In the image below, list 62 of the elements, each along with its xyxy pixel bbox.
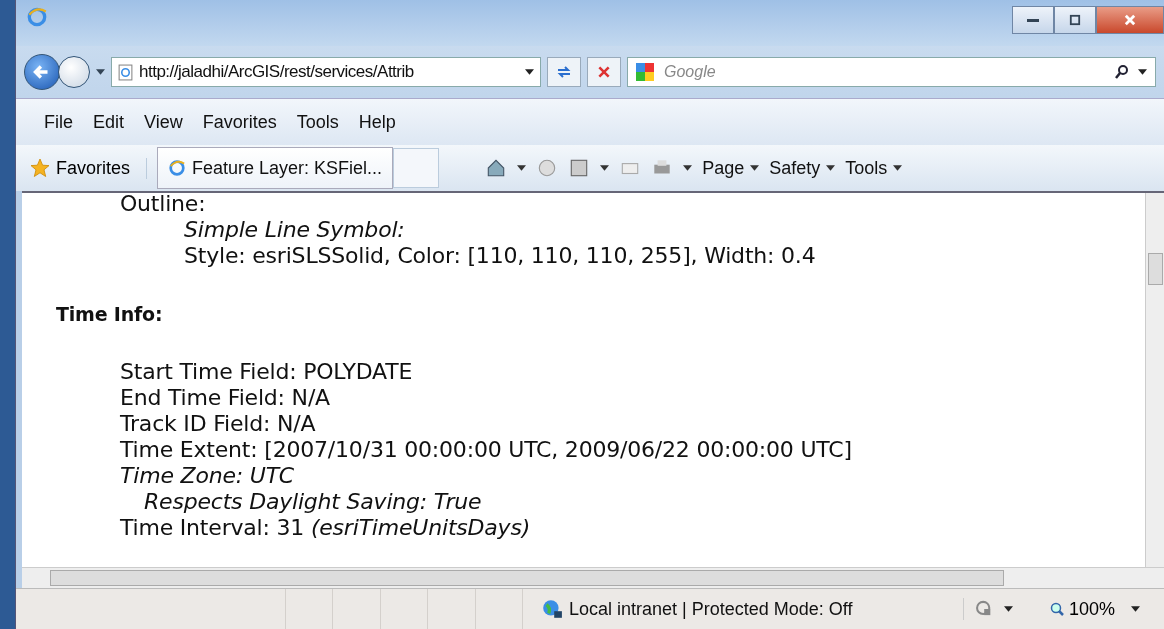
caret-icon[interactable] bbox=[600, 164, 610, 172]
url-text: http://jaladhi/ArcGIS/rest/services/Attrib bbox=[139, 62, 415, 82]
menu-item[interactable]: Tools bbox=[290, 109, 345, 135]
caret-icon[interactable] bbox=[683, 164, 693, 172]
security-zone-text: Local intranet | Protected Mode: Off bbox=[569, 598, 853, 620]
forward-button[interactable] bbox=[58, 56, 90, 88]
property-text: Time Extent: [2007/10/31 00:00:00 UTC, 2009/06/22 00:00:00 UTC] bbox=[120, 437, 853, 463]
property-label: Respects Daylight Saving: True bbox=[144, 489, 483, 515]
property-text: Time Interval: 31 (esriTimeUnitsDays) bbox=[120, 515, 532, 541]
command-menu[interactable]: Safety bbox=[769, 157, 836, 179]
minimize-button[interactable] bbox=[1012, 6, 1054, 34]
menu-item[interactable]: Favorites bbox=[196, 109, 283, 135]
property-text: Start Time Field: POLYDATE bbox=[120, 359, 414, 385]
menu-item[interactable]: Help bbox=[352, 109, 402, 135]
caret-icon[interactable] bbox=[517, 164, 527, 172]
vertical-scrollbar[interactable] bbox=[1145, 193, 1164, 567]
caret-icon[interactable] bbox=[1003, 605, 1013, 613]
browser-logo-icon bbox=[168, 159, 187, 177]
refresh-icon bbox=[555, 64, 573, 80]
property-text: Track ID Field: N/A bbox=[120, 411, 317, 437]
property-text: Outline: bbox=[120, 193, 207, 217]
horizontal-scrollbar[interactable] bbox=[22, 567, 1164, 588]
address-field[interactable]: http://jaladhi/ArcGIS/rest/services/Attrib bbox=[111, 57, 541, 87]
menu-item[interactable]: File bbox=[38, 109, 79, 135]
stop-button[interactable] bbox=[587, 57, 621, 87]
caret-icon[interactable] bbox=[893, 164, 903, 172]
caret-icon[interactable] bbox=[1131, 605, 1140, 613]
section-heading: Time Info: bbox=[56, 302, 164, 327]
search-box[interactable]: Google bbox=[627, 57, 1156, 87]
star-icon bbox=[30, 158, 50, 178]
property-label: Simple Line Symbol: bbox=[184, 217, 406, 243]
property-text: Style: esriSLSSolid, Color: [110, 110, 110, 255], Width: 0.4 bbox=[184, 243, 817, 269]
property-text: End Time Field: N/A bbox=[120, 385, 331, 411]
maximize-button[interactable] bbox=[1054, 6, 1096, 34]
favorites-button[interactable]: Favorites bbox=[30, 157, 148, 179]
refresh-button[interactable] bbox=[547, 57, 581, 87]
scroll-thumb[interactable] bbox=[1148, 253, 1163, 285]
caret-icon[interactable] bbox=[525, 68, 534, 76]
page-icon bbox=[118, 63, 133, 81]
magnifier-icon bbox=[1048, 601, 1065, 617]
caret-icon[interactable] bbox=[826, 164, 836, 172]
minimize-icon bbox=[1027, 18, 1039, 22]
close-icon bbox=[1123, 13, 1137, 27]
caret-icon[interactable] bbox=[96, 68, 105, 76]
caret-icon[interactable] bbox=[1138, 68, 1147, 76]
globe-icon bbox=[541, 598, 564, 620]
browser-logo-icon bbox=[26, 6, 48, 28]
close-button[interactable] bbox=[1096, 6, 1164, 34]
menu-item[interactable]: View bbox=[138, 109, 189, 135]
command-menu[interactable]: Tools bbox=[845, 157, 903, 179]
menu-item[interactable]: Edit bbox=[87, 109, 131, 135]
back-button[interactable] bbox=[24, 54, 60, 90]
browser-tab[interactable]: Feature Layer: KSFiel... bbox=[157, 147, 394, 189]
property-label: Time Zone: UTC bbox=[120, 463, 296, 489]
maximize-icon bbox=[1069, 14, 1081, 26]
caret-icon[interactable] bbox=[750, 164, 760, 172]
zoom-button[interactable]: 100% bbox=[1042, 597, 1121, 621]
scroll-thumb[interactable] bbox=[50, 570, 1004, 586]
search-icon[interactable] bbox=[1114, 64, 1130, 80]
search-provider-icon bbox=[636, 63, 654, 81]
cross-icon bbox=[597, 65, 611, 79]
command-menu[interactable]: Page bbox=[702, 157, 760, 179]
